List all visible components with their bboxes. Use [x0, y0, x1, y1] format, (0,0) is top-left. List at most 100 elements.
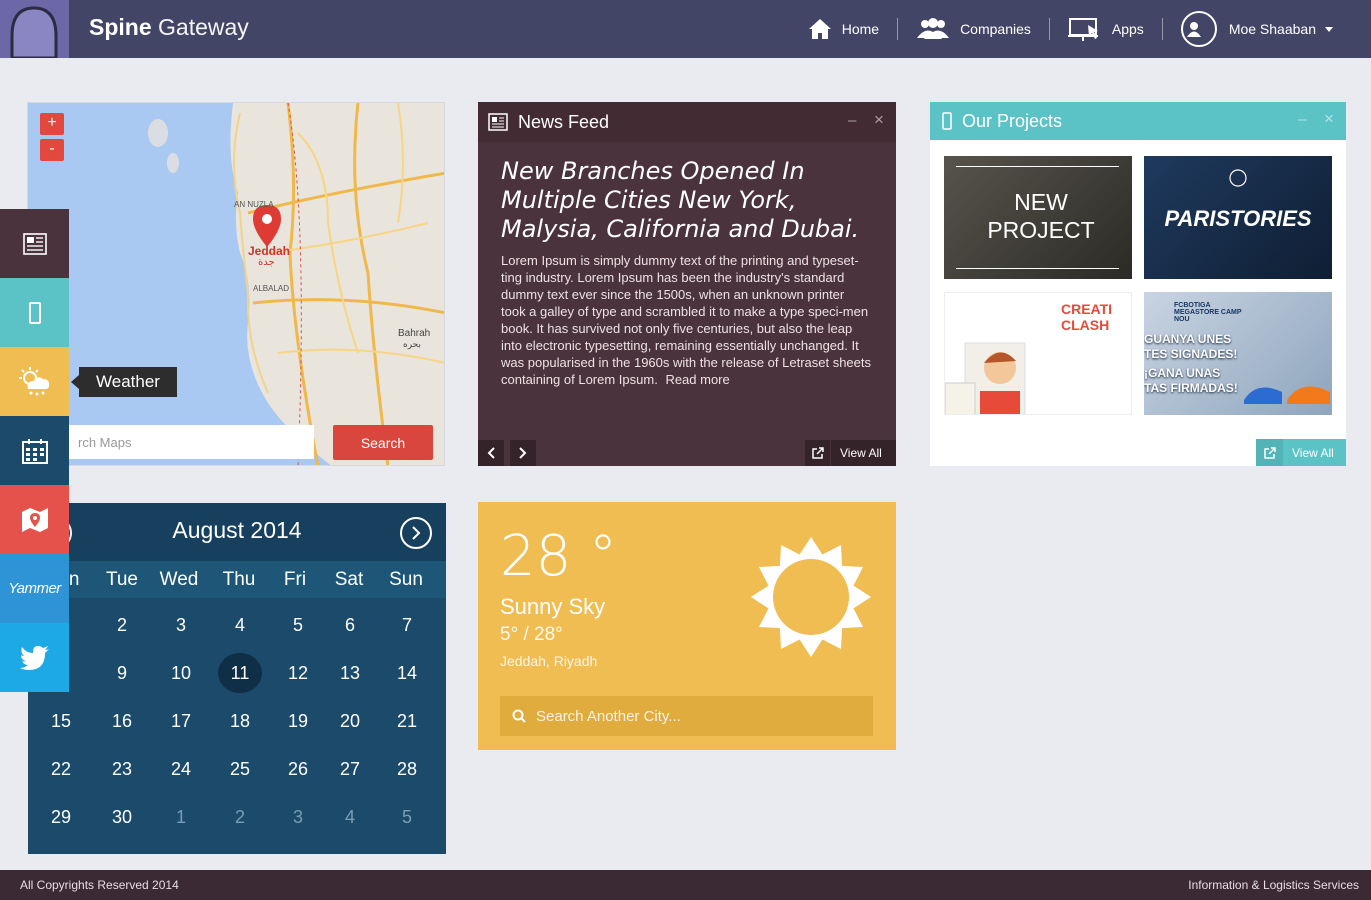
- mobile-icon: [28, 301, 41, 324]
- projects-view-all-button[interactable]: View All: [1256, 439, 1346, 466]
- calendar-day[interactable]: 17: [159, 701, 203, 741]
- cartoon-illustration-icon: [945, 342, 1026, 414]
- calendar-day[interactable]: 14: [385, 653, 429, 693]
- nav-companies[interactable]: Companies: [898, 0, 1049, 58]
- project-tile-fcbotiga[interactable]: FCBOTIGA MEGASTORE CAMP NOU GUANYA UNES …: [1144, 292, 1332, 415]
- calendar-next-button[interactable]: [400, 517, 432, 549]
- calendar-day[interactable]: 2: [218, 797, 262, 837]
- project-tile-new-project[interactable]: NEW PROJECT: [944, 156, 1132, 279]
- avatar: [1180, 11, 1217, 47]
- map-label-city: Jeddah: [248, 244, 291, 258]
- zoom-in-button[interactable]: +: [40, 113, 64, 135]
- calendar-day[interactable]: 1: [159, 797, 203, 837]
- calendar-weekdays: Mon Tue Wed Thu Fri Sat Sun: [28, 561, 446, 598]
- user-menu[interactable]: Moe Shaaban: [1163, 0, 1351, 58]
- weekday-label: Tue: [105, 569, 139, 590]
- calendar-day[interactable]: 18: [218, 701, 262, 741]
- weather-tooltip: Weather: [71, 367, 177, 397]
- yammer-icon: Yammer: [8, 580, 61, 597]
- dock-yammer[interactable]: Yammer: [0, 554, 69, 623]
- calendar-day[interactable]: 3: [276, 797, 320, 837]
- news-next-button[interactable]: [510, 440, 536, 466]
- weekday-label: Sun: [389, 569, 423, 590]
- news-feed-title: News Feed: [518, 111, 610, 132]
- calendar-day[interactable]: 10: [159, 653, 203, 693]
- dock-news[interactable]: [0, 209, 69, 278]
- map-search-input[interactable]: [64, 425, 314, 459]
- calendar-day[interactable]: 9: [100, 653, 144, 693]
- calendar-day[interactable]: 24: [159, 749, 203, 789]
- calendar-day[interactable]: 29: [39, 797, 83, 837]
- calendar-day[interactable]: 5: [276, 605, 320, 645]
- zoom-out-button[interactable]: -: [40, 139, 64, 161]
- user-icon: [1186, 22, 1201, 37]
- search-icon: [512, 709, 526, 723]
- calendar-day[interactable]: 23: [100, 749, 144, 789]
- map-canvas[interactable]: [28, 103, 445, 466]
- home-icon: [808, 19, 831, 39]
- calendar-day[interactable]: 7: [385, 605, 429, 645]
- main-nav: Home Companies Apps Moe Shaaban: [790, 0, 1351, 58]
- project-tile-creative-clash[interactable]: CREATI CLASH: [944, 292, 1132, 415]
- nav-home[interactable]: Home: [790, 0, 897, 58]
- calendar-day[interactable]: 12: [276, 653, 320, 693]
- calendar-day[interactable]: 13: [328, 653, 372, 693]
- map-widget[interactable]: + - Jeddah جدة AN NUZLA ALBALAD Bahrah ب…: [27, 102, 445, 466]
- psg-crest-icon: [1229, 169, 1247, 187]
- chevron-down-icon: [1325, 26, 1333, 32]
- map-label-al-balad: ALBALAD: [253, 284, 290, 293]
- news-feed-panel: News Feed – × New Branches Opened In Mul…: [478, 102, 896, 466]
- project-tile-paristories[interactable]: PARISTORIES: [1144, 156, 1332, 279]
- weekday-label: Wed: [159, 569, 199, 590]
- city-search-input[interactable]: [536, 707, 856, 725]
- dock-calendar[interactable]: [0, 416, 69, 485]
- dock-twitter[interactable]: [0, 623, 69, 692]
- calendar-day[interactable]: 30: [100, 797, 144, 837]
- calendar-day[interactable]: 27: [328, 749, 372, 789]
- minimize-icon[interactable]: –: [1298, 111, 1306, 128]
- project-tile-brand: FCBOTIGA MEGASTORE CAMP NOU: [1174, 302, 1242, 323]
- calendar-day[interactable]: 20: [328, 701, 372, 741]
- calendar-day[interactable]: 3: [159, 605, 203, 645]
- dock-weather[interactable]: [0, 347, 69, 416]
- calendar-day[interactable]: 11: [218, 653, 262, 693]
- project-tile-label: NEW PROJECT: [987, 189, 1095, 243]
- city-search[interactable]: [500, 696, 873, 736]
- calendar-day[interactable]: 5: [385, 797, 429, 837]
- weather-icon: [18, 366, 49, 395]
- calendar-day[interactable]: 22: [39, 749, 83, 789]
- calendar-day[interactable]: 26: [276, 749, 320, 789]
- project-tile-label: PARISTORIES: [1164, 206, 1312, 231]
- logo[interactable]: [0, 0, 69, 58]
- read-more-link[interactable]: Read more: [665, 372, 729, 387]
- close-icon[interactable]: ×: [874, 110, 884, 130]
- calendar-month-title: August 2014: [172, 517, 302, 543]
- user-name: Moe Shaaban: [1228, 21, 1316, 37]
- calendar-day[interactable]: 4: [328, 797, 372, 837]
- minimize-icon[interactable]: –: [848, 112, 856, 129]
- calendar-day[interactable]: 15: [39, 701, 83, 741]
- people-icon: [917, 18, 950, 39]
- map-pin-icon[interactable]: [252, 205, 282, 247]
- footer: All Copyrights Reserved 2014 Information…: [0, 870, 1371, 900]
- news-prev-button[interactable]: [478, 440, 504, 466]
- calendar-icon: [21, 438, 48, 464]
- calendar-day[interactable]: 16: [100, 701, 144, 741]
- news-view-all-button[interactable]: View All: [805, 440, 896, 466]
- calendar-day[interactable]: 4: [218, 605, 262, 645]
- project-tile-label: CREATI CLASH: [1061, 301, 1113, 333]
- nav-apps[interactable]: Apps: [1050, 0, 1162, 58]
- brand-title[interactable]: Spine Gateway: [89, 14, 249, 41]
- calendar-day[interactable]: 2: [100, 605, 144, 645]
- dock-map[interactable]: [0, 485, 69, 554]
- calendar-day[interactable]: 25: [218, 749, 262, 789]
- calendar-day[interactable]: 6: [328, 605, 372, 645]
- calendar-day[interactable]: 19: [276, 701, 320, 741]
- close-icon[interactable]: ×: [1324, 109, 1334, 129]
- calendar-day[interactable]: 28: [385, 749, 429, 789]
- football-boots-icon: [1244, 386, 1330, 404]
- calendar-day[interactable]: 21: [385, 701, 429, 741]
- map-search-button[interactable]: Search: [333, 425, 433, 460]
- mobile-icon: [942, 112, 952, 130]
- dock-projects[interactable]: [0, 278, 69, 347]
